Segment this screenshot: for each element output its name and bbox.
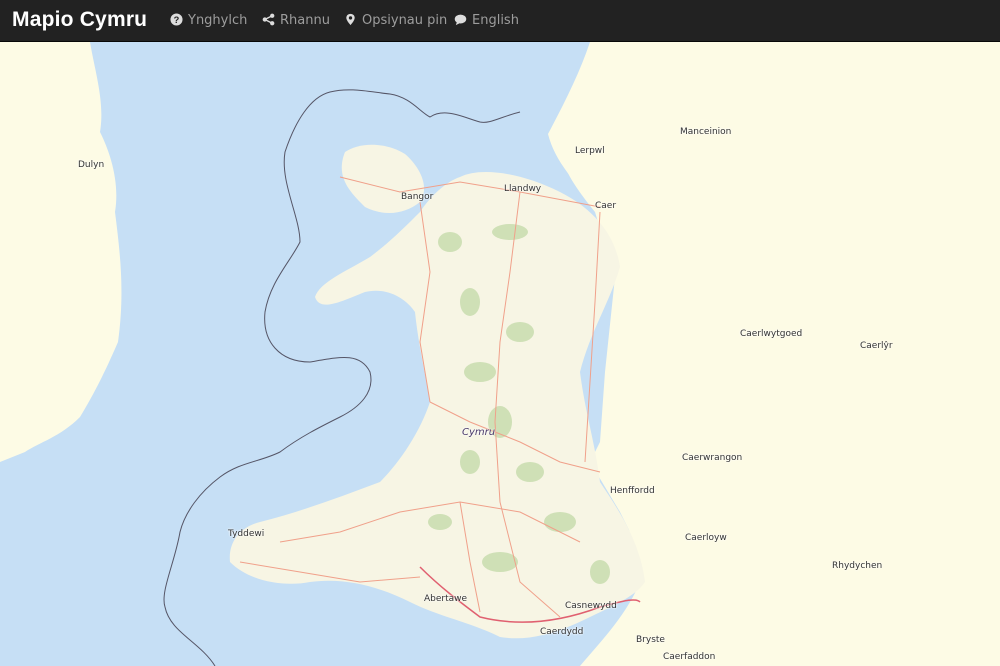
map-layer bbox=[0, 42, 1000, 666]
label-caerlwytgoed: Caerlwytgoed bbox=[740, 329, 803, 339]
comment-icon bbox=[454, 14, 467, 26]
label-caerdydd: Caerdydd bbox=[540, 627, 584, 637]
share-icon bbox=[262, 13, 275, 26]
label-country: Cymru bbox=[462, 427, 496, 438]
nav-share[interactable]: Rhannu bbox=[262, 13, 330, 28]
nav-language-label: English bbox=[472, 13, 519, 28]
label-henffordd: Henffordd bbox=[610, 486, 655, 496]
map-canvas[interactable]: Cymru Dulyn Bangor Llandwy Lerpwl Mancei… bbox=[0, 42, 1000, 666]
svg-text:?: ? bbox=[174, 15, 180, 25]
brand-title[interactable]: Mapio Cymru bbox=[12, 8, 147, 32]
label-caerlyr: Caerlŷr bbox=[860, 341, 893, 351]
label-tyddewi: Tyddewi bbox=[228, 529, 265, 539]
nav-about-label: Ynghylch bbox=[188, 13, 248, 28]
nav-pin-options-label: Opsiynau pin bbox=[362, 13, 448, 28]
label-caerfaddon: Caerfaddon bbox=[663, 652, 716, 662]
label-abertawe: Abertawe bbox=[424, 594, 468, 604]
label-llandudno: Llandwy bbox=[504, 184, 542, 194]
question-circle-icon: ? bbox=[170, 13, 183, 26]
label-lerpwl: Lerpwl bbox=[575, 146, 605, 156]
label-bangor: Bangor bbox=[401, 192, 434, 202]
nav-about[interactable]: ? Ynghylch bbox=[170, 13, 247, 28]
label-bryste: Bryste bbox=[636, 635, 665, 645]
label-rhydychen: Rhydychen bbox=[832, 561, 883, 571]
map-marker-icon bbox=[346, 13, 355, 26]
top-navbar: Mapio Cymru ? Ynghylch Rhannu Opsiynau pi… bbox=[0, 0, 1000, 42]
label-caer: Caer bbox=[595, 201, 617, 211]
nav-language[interactable]: English bbox=[454, 13, 519, 28]
label-dulyn: Dulyn bbox=[78, 160, 105, 170]
nav-share-label: Rhannu bbox=[280, 13, 330, 28]
label-casnewydd: Casnewydd bbox=[565, 601, 617, 611]
label-caerwrangon: Caerwrangon bbox=[682, 453, 743, 463]
label-caerloyw: Caerloyw bbox=[685, 533, 727, 543]
nav-pin-options[interactable]: Opsiynau pin bbox=[344, 13, 447, 28]
label-manceinion: Manceinion bbox=[680, 127, 732, 137]
